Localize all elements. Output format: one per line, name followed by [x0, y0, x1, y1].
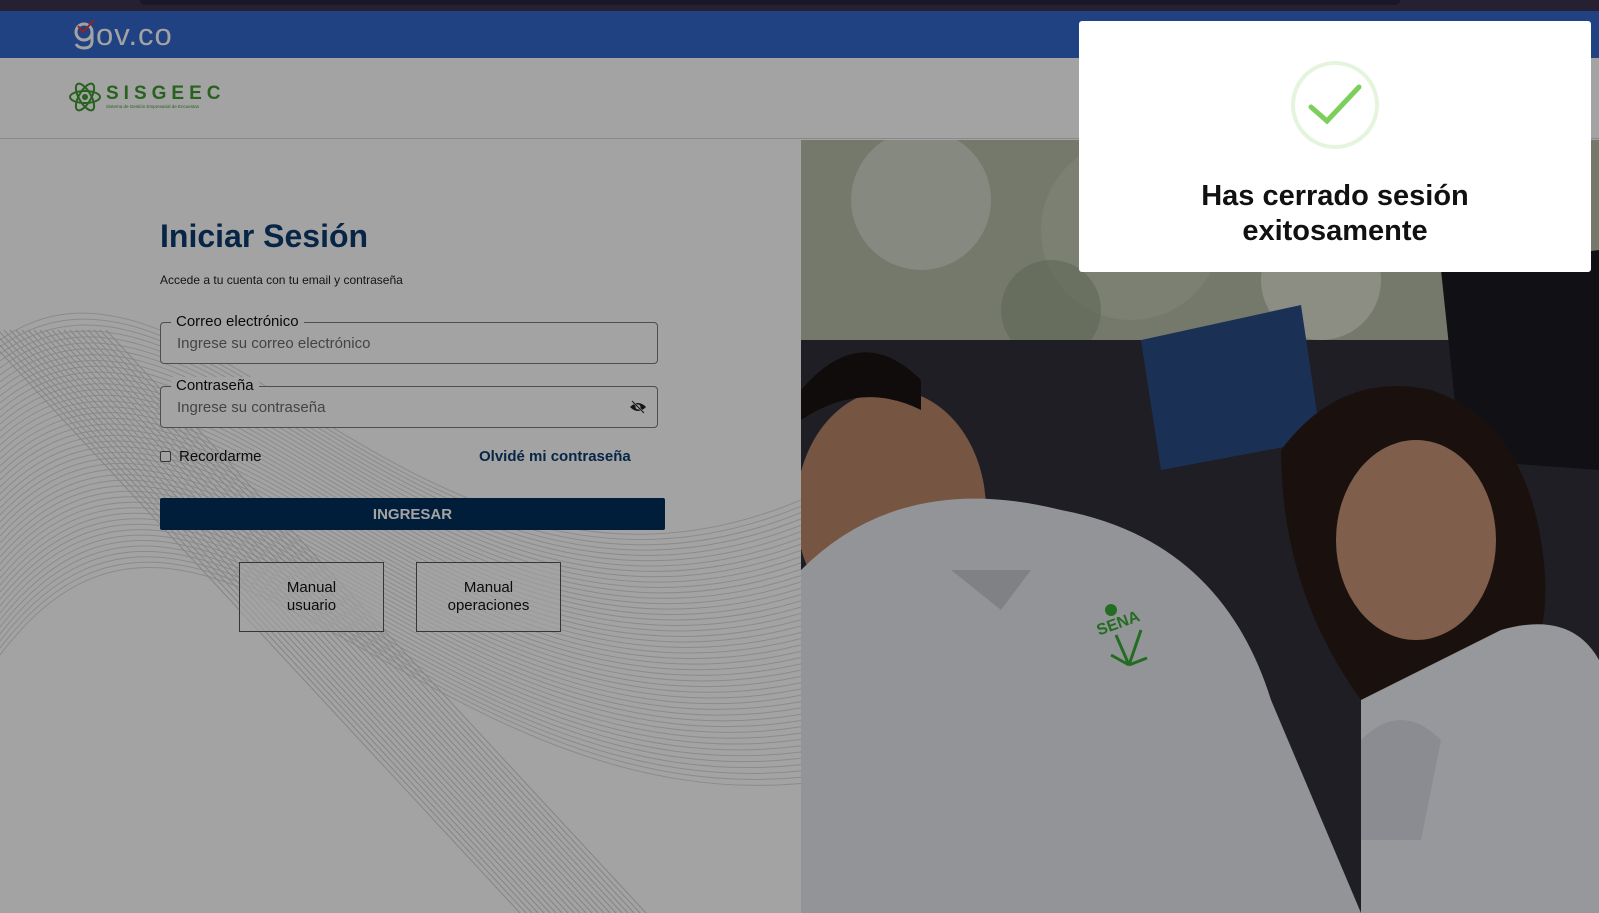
page: ov.co SISGEEC Sistema de Gestión Empresa… — [0, 0, 1599, 913]
checkmark-circle-icon — [1291, 61, 1379, 149]
toast-message: Has cerrado sesión exitosamente — [1201, 180, 1469, 247]
logout-success-toast: Has cerrado sesión exitosamente — [1079, 21, 1591, 272]
